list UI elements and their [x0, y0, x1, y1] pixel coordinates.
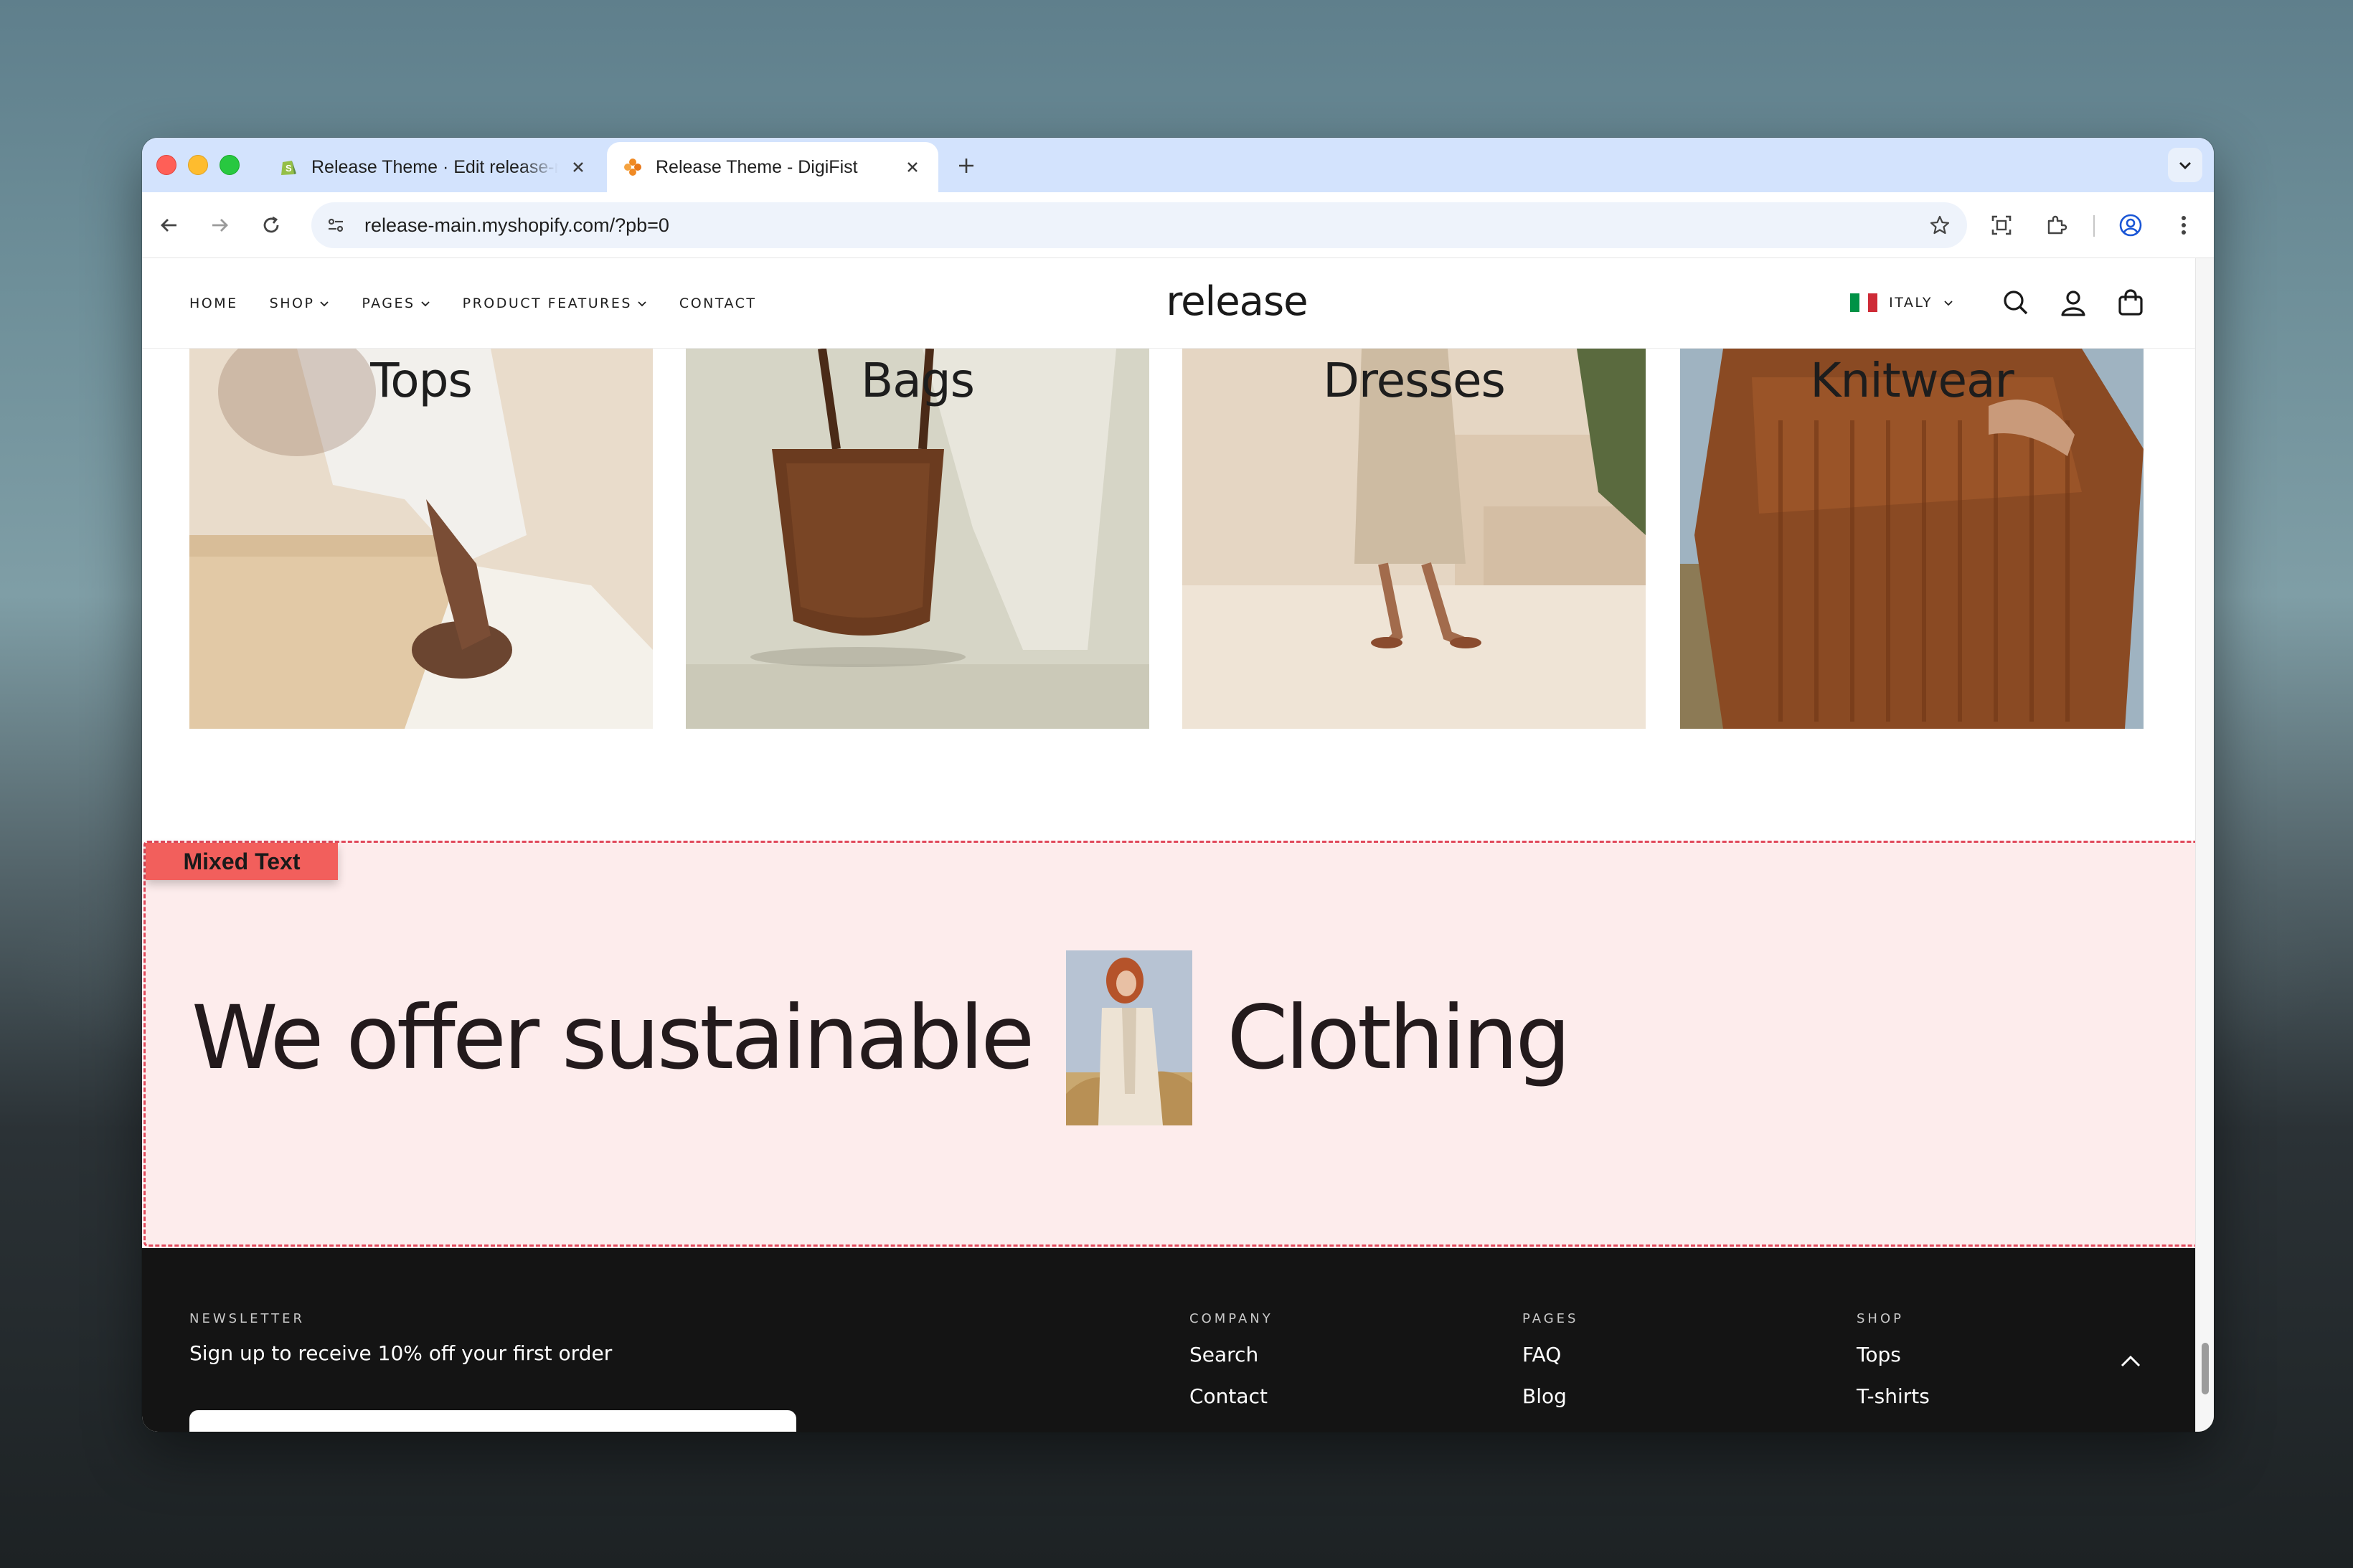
collection-label: Knitwear [1810, 353, 2014, 408]
plus-icon [959, 159, 973, 173]
newsletter-email-input[interactable] [189, 1410, 796, 1432]
back-button[interactable] [154, 209, 185, 241]
bookmark-star-icon[interactable] [1925, 211, 1954, 240]
footer-link-search[interactable]: Search [1189, 1343, 1258, 1366]
collection-label: Tops [370, 353, 473, 408]
browser-menu-button[interactable] [2168, 209, 2199, 241]
mixed-text-row: We offer sustainable Clothing [192, 950, 1571, 1125]
browser-window: S Release Theme · Edit release-main Rele… [142, 138, 2214, 1432]
nav-label: SHOP [269, 296, 315, 311]
footer-heading-shop: SHOP [1857, 1311, 1904, 1326]
collection-card-knitwear[interactable]: Knitwear [1680, 349, 2144, 729]
header-actions: ITALY [1850, 285, 2148, 320]
close-icon[interactable] [902, 157, 923, 177]
page-scrollbar[interactable] [2195, 258, 2214, 1432]
bag-icon [2118, 289, 2143, 316]
chevron-down-icon [2179, 162, 2191, 169]
extensions-button[interactable] [2040, 209, 2072, 241]
scrollbar-thumb[interactable] [2202, 1343, 2209, 1394]
toolbar-separator [2093, 215, 2095, 237]
tab-strip: S Release Theme · Edit release-main Rele… [142, 138, 2214, 192]
profile-icon [2119, 214, 2142, 237]
footer-link-tops[interactable]: Tops [1857, 1343, 1901, 1366]
nav-label: PRODUCT FEATURES [462, 296, 632, 311]
back-to-top-button[interactable] [2116, 1347, 2145, 1376]
puzzle-icon [2047, 215, 2067, 235]
site-header: HOME SHOP PAGES PRODUCT FEATURES CONTACT… [142, 258, 2195, 349]
screen-capture-button[interactable] [1986, 209, 2017, 241]
forward-button[interactable] [204, 209, 235, 241]
nav-label: PAGES [362, 296, 415, 311]
collection-card-bags[interactable]: Bags [686, 349, 1149, 729]
svg-text:S: S [286, 163, 292, 174]
newsletter-heading: NEWSLETTER [189, 1311, 306, 1326]
nav-shop[interactable]: SHOP [270, 296, 331, 311]
new-tab-button[interactable] [954, 154, 979, 178]
footer-heading-company: COMPANY [1189, 1311, 1273, 1326]
mixed-text-section[interactable]: Mixed Text We offer sustainable Clothing [143, 841, 2195, 1247]
main-nav: HOME SHOP PAGES PRODUCT FEATURES CONTACT [189, 296, 788, 311]
chevron-down-icon [1944, 301, 1953, 306]
arrow-right-icon [212, 219, 228, 232]
mixed-inline-image [1066, 950, 1193, 1125]
maximize-window-button[interactable] [220, 155, 240, 175]
chevron-up-icon [2121, 1355, 2141, 1367]
address-bar[interactable]: release-main.myshopify.com/?pb=0 [311, 202, 1967, 248]
collection-card-tops[interactable]: Tops [189, 349, 653, 729]
footer-heading-pages: PAGES [1522, 1311, 1579, 1326]
profile-button[interactable] [2115, 209, 2146, 241]
search-button[interactable] [1999, 285, 2033, 320]
tab-title: Release Theme · Edit release-main [311, 156, 558, 177]
nav-contact[interactable]: CONTACT [679, 296, 757, 311]
nav-product-features[interactable]: PRODUCT FEATURES [463, 296, 648, 311]
shopify-icon: S [281, 161, 296, 175]
collection-card-dresses[interactable]: Dresses [1182, 349, 1646, 729]
footer-link-t-shirts[interactable]: T-shirts [1857, 1384, 1930, 1408]
site-footer: NEWSLETTER Sign up to receive 10% off yo… [142, 1248, 2195, 1432]
more-vertical-icon [2182, 216, 2186, 235]
arrow-left-icon [161, 219, 176, 232]
chevron-down-icon [420, 301, 430, 307]
nav-home[interactable]: HOME [189, 296, 238, 311]
close-window-button[interactable] [156, 155, 176, 175]
site-settings-icon[interactable] [321, 211, 350, 240]
minimize-window-button[interactable] [188, 155, 208, 175]
digifist-icon [624, 159, 641, 176]
tab-release-theme-digifist[interactable]: Release Theme - DigiFist [607, 142, 938, 192]
search-icon [2004, 291, 2028, 315]
footer-link-blog[interactable]: Blog [1522, 1384, 1567, 1408]
url-text: release-main.myshopify.com/?pb=0 [364, 214, 669, 236]
nav-pages[interactable]: PAGES [362, 296, 430, 311]
capture-icon [1991, 215, 2012, 235]
footer-link-contact[interactable]: Contact [1189, 1384, 1268, 1408]
account-button[interactable] [2056, 285, 2090, 320]
country-label: ITALY [1889, 295, 1933, 311]
tab-release-theme-edit[interactable]: S Release Theme · Edit release-main [263, 142, 604, 192]
nav-label: CONTACT [679, 296, 757, 311]
reload-button[interactable] [255, 209, 287, 241]
browser-toolbar: release-main.myshopify.com/?pb=0 [142, 192, 2214, 258]
newsletter-text: Sign up to receive 10% off your first or… [189, 1341, 613, 1365]
reload-icon [263, 216, 279, 233]
collection-label: Bags [860, 353, 975, 408]
tab-title: Release Theme - DigiFist [656, 156, 858, 177]
country-selector[interactable]: ITALY [1850, 293, 1954, 312]
chevron-down-icon [320, 301, 329, 307]
close-icon[interactable] [568, 157, 588, 177]
tab-search-button[interactable] [2168, 148, 2202, 182]
mixed-text-after: Clothing [1227, 987, 1571, 1089]
web-page: HOME SHOP PAGES PRODUCT FEATURES CONTACT… [142, 258, 2195, 1432]
collection-grid: Tops Bags Dresses Knitwear [189, 349, 2144, 729]
site-logo[interactable]: release [1093, 278, 1380, 325]
collection-label: Dresses [1323, 353, 1506, 408]
cart-button[interactable] [2113, 285, 2148, 320]
section-badge: Mixed Text [146, 843, 338, 880]
mixed-text-before: We offer sustainable [192, 987, 1034, 1089]
italy-flag-icon [1850, 293, 1878, 312]
footer-link-faq[interactable]: FAQ [1522, 1343, 1561, 1366]
nav-label: HOME [189, 296, 238, 311]
chevron-down-icon [638, 301, 646, 307]
user-icon [2061, 291, 2085, 316]
